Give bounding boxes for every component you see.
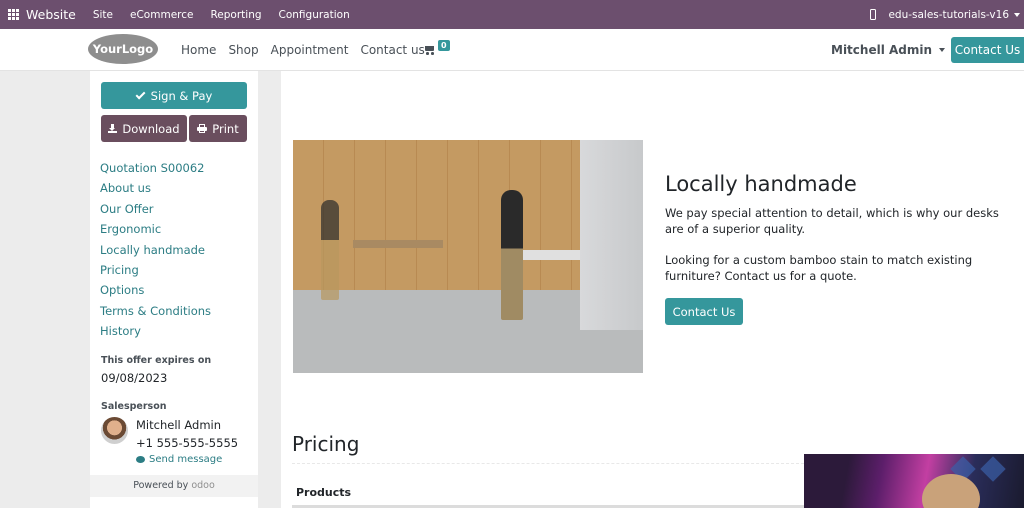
toc-item-history[interactable]: History	[100, 321, 211, 341]
toc-item-options[interactable]: Options	[100, 280, 211, 300]
sign-pay-label: Sign & Pay	[150, 88, 213, 103]
send-message-link[interactable]: Send message	[136, 454, 222, 465]
salesperson-label: Salesperson	[101, 401, 167, 412]
print-label: Print	[212, 121, 239, 136]
toc-item-about-us[interactable]: About us	[100, 178, 211, 198]
admin-top-bar: Website Site eCommerce Reporting Configu…	[0, 0, 1024, 29]
download-icon	[108, 124, 118, 133]
send-message-label: Send message	[149, 454, 223, 465]
cart-link[interactable]: 0	[424, 40, 450, 55]
odoo-logo[interactable]: odoo	[191, 480, 214, 491]
header-contact-us-button[interactable]: Contact Us	[951, 37, 1024, 63]
user-menu[interactable]: Mitchell Admin	[831, 29, 946, 71]
toc-item-pricing[interactable]: Pricing	[100, 260, 211, 280]
powered-by-footer: Powered by odoo	[90, 475, 258, 497]
quotation-content: Locally handmade We pay special attentio…	[281, 71, 1024, 508]
nav-appointment[interactable]: Appointment	[271, 43, 349, 57]
toc-item-ergonomic[interactable]: Ergonomic	[100, 219, 211, 239]
products-table-header: Products	[292, 463, 804, 508]
avatar	[101, 417, 128, 444]
expiry-date: 09/08/2023	[101, 371, 168, 385]
pricing-title: Pricing	[292, 432, 360, 456]
chevron-down-icon	[939, 48, 946, 52]
apps-grid-icon[interactable]	[8, 9, 19, 20]
logo-text: YourLogo	[92, 42, 154, 56]
print-icon	[197, 124, 208, 133]
products-column-header: Products	[296, 486, 352, 499]
toc-item-our-offer[interactable]: Our Offer	[100, 199, 211, 219]
menu-ecommerce[interactable]: eCommerce	[130, 9, 193, 21]
section-paragraph-1: We pay special attention to detail, whic…	[665, 206, 999, 236]
menu-reporting[interactable]: Reporting	[210, 9, 261, 21]
check-icon	[135, 89, 146, 99]
toc-item-quotation[interactable]: Quotation S00062	[100, 158, 211, 178]
salesperson-phone: +1 555-555-5555	[136, 436, 239, 450]
powered-by-text: Powered by	[133, 480, 189, 491]
video-overlay	[804, 454, 1024, 508]
nav-home[interactable]: Home	[181, 43, 216, 57]
menu-site[interactable]: Site	[93, 9, 113, 21]
quotation-sidebar: Sign & Pay Download Print Quotation S000…	[90, 71, 258, 508]
section-title: Locally handmade	[665, 172, 857, 196]
toc-item-terms[interactable]: Terms & Conditions	[100, 301, 211, 321]
expiry-label: This offer expires on	[101, 355, 212, 366]
site-logo[interactable]: YourLogo	[88, 34, 158, 64]
download-label: Download	[122, 121, 180, 136]
section-paragraph-2: Looking for a custom bamboo stain to mat…	[665, 253, 973, 283]
mobile-preview-icon[interactable]	[870, 9, 877, 20]
admin-bar-right: edu-sales-tutorials-v16	[870, 0, 1024, 29]
chevron-down-icon[interactable]	[1014, 12, 1020, 17]
database-name[interactable]: edu-sales-tutorials-v16	[888, 9, 1009, 21]
toc-item-locally-handmade[interactable]: Locally handmade	[100, 240, 211, 260]
cart-count-badge: 0	[438, 40, 450, 51]
chat-icon	[136, 456, 145, 463]
contact-us-button[interactable]: Contact Us	[665, 298, 743, 325]
sign-pay-button[interactable]: Sign & Pay	[101, 82, 247, 109]
shopping-cart-icon	[424, 45, 435, 55]
print-button[interactable]: Print	[189, 115, 247, 142]
workshop-photo	[293, 140, 643, 373]
main-nav: Home Shop Appointment Contact us	[181, 29, 437, 71]
user-name: Mitchell Admin	[831, 43, 933, 57]
menu-configuration[interactable]: Configuration	[279, 9, 350, 21]
content-gutter	[258, 71, 281, 508]
nav-contact-us[interactable]: Contact us	[360, 43, 424, 57]
website-header: YourLogo Home Shop Appointment Contact u…	[0, 29, 1024, 71]
salesperson-name: Mitchell Admin	[136, 418, 222, 432]
nav-shop[interactable]: Shop	[228, 43, 258, 57]
table-of-contents: Quotation S00062 About us Our Offer Ergo…	[100, 158, 211, 342]
download-button[interactable]: Download	[101, 115, 187, 142]
app-title[interactable]: Website	[26, 7, 76, 22]
